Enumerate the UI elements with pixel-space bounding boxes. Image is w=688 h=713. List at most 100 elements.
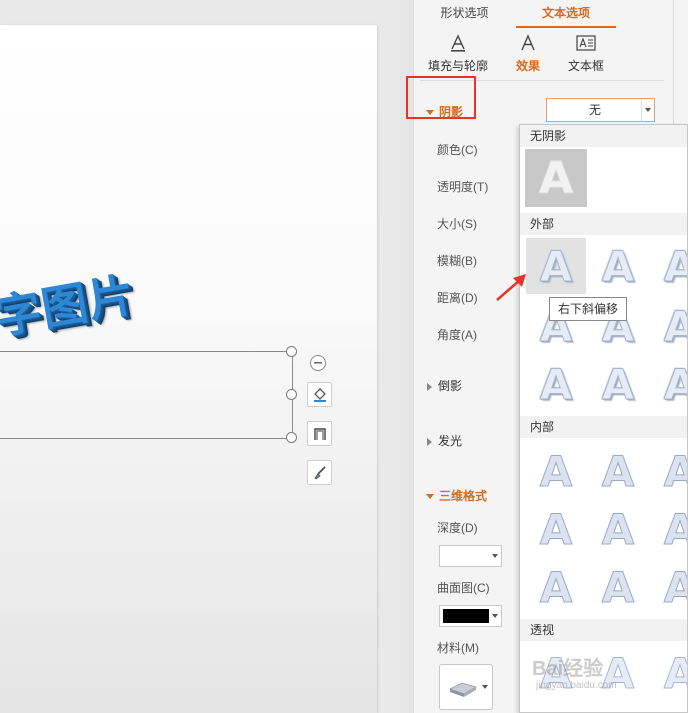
expand-icon (426, 110, 434, 116)
material-preview-icon (448, 682, 478, 697)
chevron-down-icon (645, 108, 651, 112)
shadow-title: 阴影 (439, 105, 464, 119)
gallery-header-perspective: 透视 (520, 619, 687, 641)
contour-color-dropdown[interactable] (439, 605, 502, 627)
preset-glyph: A (663, 241, 687, 291)
subtab-textbox-label: 文本框 (567, 59, 604, 73)
preset-inner[interactable]: A (650, 501, 687, 557)
preset-outer[interactable]: A (526, 356, 586, 412)
preset-outer[interactable]: A (650, 238, 687, 294)
shadow-distance-label: 距离(D) (437, 291, 478, 305)
format-painter-button[interactable] (307, 460, 332, 485)
outline-icon (313, 427, 326, 440)
watermark-url: jingyan.baidu.com (536, 680, 617, 691)
preset-outer[interactable]: A (588, 238, 648, 294)
preset-inner[interactable]: A (588, 559, 648, 615)
glow-title: 发光 (438, 434, 463, 448)
preset-outer[interactable]: A (650, 298, 687, 354)
shadow-preset-dropdown[interactable]: 无 (546, 98, 655, 122)
watermark: Bai经验 (532, 658, 604, 680)
subtab-fill-outline-label: 填充与轮廓 (428, 59, 489, 73)
preset-inner[interactable]: A (526, 501, 586, 557)
preset-glyph: A (538, 152, 574, 204)
shape-fill-button[interactable] (307, 382, 332, 407)
expand-icon (427, 382, 432, 391)
shadow-preset-value: 无 (588, 103, 601, 117)
text-fill-outline-icon (451, 34, 465, 52)
expand-icon (426, 494, 434, 500)
preset-glyph: A (663, 301, 687, 351)
preset-glyph: A (663, 562, 687, 612)
brush-icon (313, 465, 326, 480)
shadow-angle-label: 角度(A) (437, 328, 477, 342)
reflection-section-header[interactable]: 倒影 (427, 377, 462, 394)
preset-glyph: A (539, 562, 573, 612)
preset-outer-offset-bottom-right[interactable]: A (526, 238, 586, 294)
three-d-title: 三维格式 (439, 489, 488, 503)
preset-glyph: A (601, 241, 635, 291)
gallery-header-no-shadow: 无阴影 (520, 125, 687, 147)
preset-perspective[interactable]: A (650, 645, 687, 701)
preset-glyph: A (663, 504, 687, 554)
preset-inner[interactable]: A (588, 443, 648, 499)
shadow-section-header[interactable]: 阴影 (426, 103, 463, 120)
shadow-preset-gallery: 无阴影 A 外部 A A A A A A A A A 内部 A A A A A … (519, 124, 688, 713)
three-d-section-header[interactable]: 三维格式 (426, 487, 487, 504)
preset-glyph: A (539, 359, 573, 409)
preset-inner[interactable]: A (526, 559, 586, 615)
subtab-textbox[interactable]: 文本框 (556, 33, 616, 74)
chevron-down-icon (492, 614, 498, 618)
reflection-title: 倒影 (438, 379, 463, 393)
preset-glyph: A (663, 648, 687, 698)
subtab-effects-label: 效果 (515, 59, 540, 73)
preset-glyph: A (601, 359, 635, 409)
shadow-size-label: 大小(S) (437, 217, 477, 231)
preset-glyph: A (663, 359, 687, 409)
preset-inner[interactable]: A (650, 559, 687, 615)
preset-inner[interactable]: A (526, 443, 586, 499)
gallery-header-inner: 内部 (520, 416, 687, 438)
subtab-fill-outline[interactable]: 填充与轮廓 (428, 33, 488, 74)
preset-tooltip: 右下斜偏移 (549, 297, 628, 321)
resize-handle-top-right[interactable] (286, 346, 297, 357)
preset-glyph: A (539, 241, 573, 291)
preset-outer[interactable]: A (588, 356, 648, 412)
textbox-icon (576, 35, 596, 51)
dropdown-arrow-area (641, 99, 654, 121)
preset-glyph: A (663, 446, 687, 496)
paint-bucket-icon (313, 387, 326, 402)
text-effects-icon (521, 34, 535, 51)
resize-handle-bottom-right[interactable] (286, 432, 297, 443)
shadow-color-label: 颜色(C) (437, 143, 478, 157)
depth-label: 深度(D) (437, 521, 478, 535)
preset-glyph: A (601, 446, 635, 496)
preset-outer[interactable]: A (650, 356, 687, 412)
glow-section-header[interactable]: 发光 (427, 432, 462, 449)
preset-glyph: A (539, 504, 573, 554)
preset-inner[interactable]: A (650, 443, 687, 499)
gallery-header-outer: 外部 (520, 213, 687, 235)
annotation-arrow-icon (496, 274, 526, 301)
shadow-transparency-label: 透明度(T) (437, 180, 489, 194)
preset-glyph: A (601, 562, 635, 612)
chevron-down-icon (492, 554, 498, 558)
preset-no-shadow[interactable]: A (525, 149, 587, 207)
expand-icon (427, 437, 432, 446)
text-selection-box[interactable] (0, 351, 293, 439)
chevron-down-icon (482, 685, 488, 689)
material-label: 材料(M) (437, 641, 479, 655)
subtab-effects[interactable]: 效果 (498, 33, 558, 74)
preset-glyph: A (539, 446, 573, 496)
preset-glyph: A (601, 504, 635, 554)
color-swatch (443, 609, 489, 623)
tab-shape-options[interactable]: 形状选项 (413, 0, 516, 26)
depth-color-dropdown[interactable] (439, 545, 502, 567)
collapse-icon[interactable] (310, 355, 326, 371)
shadow-blur-label: 模糊(B) (437, 254, 477, 268)
material-dropdown[interactable] (439, 664, 493, 710)
shape-outline-button[interactable] (307, 421, 332, 446)
preset-inner[interactable]: A (588, 501, 648, 557)
contour-label: 曲面图(C) (437, 581, 490, 595)
tab-text-options[interactable]: 文本选项 (516, 0, 616, 28)
resize-handle-right[interactable] (286, 389, 297, 400)
